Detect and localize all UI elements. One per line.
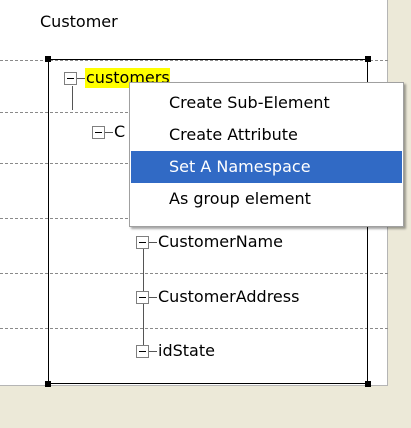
collapse-icon[interactable]	[136, 290, 149, 304]
resize-handle-top-left[interactable]	[45, 56, 51, 62]
tree-connector	[72, 86, 73, 110]
resize-handle-bottom-right[interactable]	[365, 381, 371, 387]
resize-handle-bottom-left[interactable]	[45, 381, 51, 387]
tree-node-child[interactable]: C	[92, 122, 125, 142]
collapse-icon[interactable]	[64, 71, 77, 85]
collapse-icon[interactable]	[136, 235, 149, 249]
diagram-stage: Customer customers C CustomerName Custom…	[0, 0, 411, 428]
tree-connector	[105, 131, 113, 133]
menu-item-create-sub-element[interactable]: Create Sub-Element	[131, 87, 402, 119]
diagram-title: Customer	[40, 12, 118, 31]
tree-connector	[149, 296, 157, 298]
tree-connector	[149, 350, 157, 352]
tree-node-label: CustomerAddress	[158, 287, 300, 306]
resize-handle-top-right[interactable]	[365, 56, 371, 62]
context-menu: Create Sub-Element Create Attribute Set …	[129, 82, 404, 227]
tree-node-field[interactable]: idState	[136, 341, 215, 361]
menu-item-create-attribute[interactable]: Create Attribute	[131, 119, 402, 151]
tree-node-label: idState	[158, 341, 215, 360]
tree-node-field[interactable]: CustomerAddress	[136, 287, 299, 307]
collapse-icon[interactable]	[92, 125, 105, 139]
menu-item-set-namespace[interactable]: Set A Namespace	[131, 151, 402, 183]
menu-item-as-group-element[interactable]: As group element	[131, 183, 402, 215]
collapse-icon[interactable]	[136, 344, 149, 358]
tree-connector	[77, 77, 85, 79]
tree-node-field[interactable]: CustomerName	[136, 232, 283, 252]
window-background-bottom	[0, 385, 411, 428]
tree-node-label: CustomerName	[158, 232, 283, 251]
tree-connector	[149, 241, 157, 243]
tree-node-label: C	[114, 122, 126, 141]
